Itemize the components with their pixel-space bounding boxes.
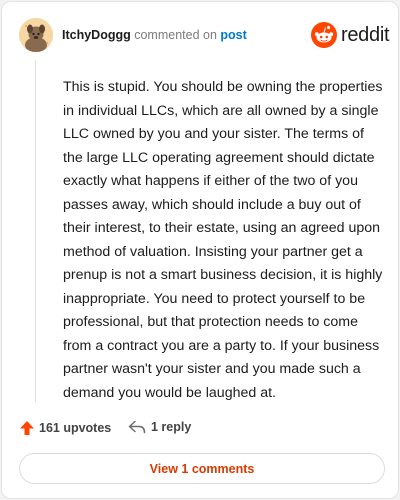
upvote-arrow-icon [20, 421, 34, 435]
comment-body: This is stupid. You should be owning the… [63, 79, 383, 401]
comment-card: ItchyDoggg commented on post reddit This… [1, 1, 399, 499]
avatar[interactable] [19, 18, 53, 52]
upvote-button[interactable]: 161 upvotes [19, 420, 111, 436]
reddit-logo[interactable]: reddit [311, 22, 390, 48]
action-text: commented on [134, 28, 217, 42]
reply-button[interactable]: 1 reply [128, 420, 191, 434]
post-link[interactable]: post [220, 28, 246, 42]
reddit-snoo-icon [311, 22, 337, 48]
avatar-image [19, 18, 53, 52]
reply-count: 1 reply [151, 420, 192, 434]
reddit-wordmark: reddit [341, 23, 390, 46]
thread-line[interactable] [35, 60, 36, 402]
username-link[interactable]: ItchyDoggg [62, 28, 131, 42]
reply-icon [128, 420, 146, 434]
view-comments-button[interactable]: View 1 comments [19, 453, 385, 484]
upvote-count: 161 upvotes [39, 421, 112, 435]
comment-header: ItchyDoggg commented on post [62, 28, 247, 42]
